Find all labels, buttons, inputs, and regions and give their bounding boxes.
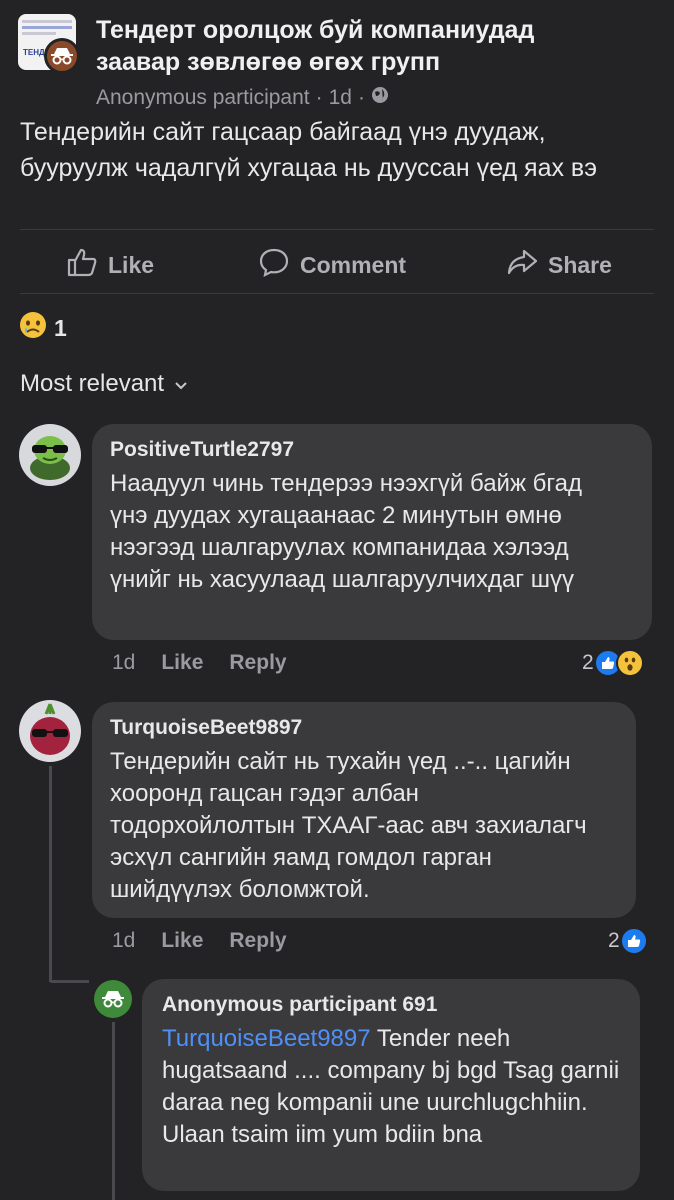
post-meta: Anonymous participant · 1d · bbox=[96, 86, 389, 110]
reaction-count: 1 bbox=[54, 314, 67, 341]
thread-connector bbox=[49, 980, 89, 983]
comment-like-button[interactable]: Like bbox=[161, 929, 203, 953]
sad-face-icon bbox=[18, 310, 48, 346]
group-title[interactable]: Тендерт оролцож буй компаниудад заавар з… bbox=[96, 14, 616, 78]
mention-link[interactable]: TurquoiseBeet9897 bbox=[162, 1025, 371, 1052]
reply-text: TurquoiseBeet9897 Tender neeh hugatsaand… bbox=[162, 1023, 628, 1151]
comment-reply-button[interactable]: Reply bbox=[229, 929, 286, 953]
comment-text: Тендерийн сайт нь тухайн үед ..-.. цагий… bbox=[110, 748, 587, 903]
meta-separator: · bbox=[315, 86, 323, 109]
divider bbox=[20, 293, 654, 294]
share-label: Share bbox=[548, 251, 612, 278]
reply-bubble: Anonymous participant 691 TurquoiseBeet9… bbox=[142, 979, 640, 1191]
comment-bubble: PositiveTurtle2797 Наадуул чинь тендерээ… bbox=[92, 424, 652, 640]
share-button[interactable]: Share bbox=[506, 240, 612, 290]
comment-bubble: TurquoiseBeet9897 Тендерийн сайт нь туха… bbox=[92, 702, 636, 918]
comment-reactions[interactable]: 2 bbox=[608, 927, 648, 955]
incognito-icon bbox=[44, 38, 80, 74]
reaction-count: 2 bbox=[582, 651, 594, 674]
incognito-icon[interactable] bbox=[94, 980, 132, 1018]
comment-time[interactable]: 1d bbox=[112, 929, 135, 953]
post-author[interactable]: Anonymous participant bbox=[96, 86, 310, 110]
chevron-down-icon bbox=[174, 370, 188, 398]
reaction-count: 2 bbox=[608, 929, 620, 952]
wow-face-icon bbox=[615, 649, 644, 677]
comment-reactions[interactable]: 2 bbox=[582, 649, 644, 677]
comment-meta: 1d Like Reply bbox=[112, 651, 287, 675]
post-reactions[interactable]: 1 bbox=[18, 310, 67, 346]
like-button[interactable]: Like bbox=[66, 240, 154, 290]
meta-separator: · bbox=[357, 86, 365, 109]
thread-line bbox=[112, 1022, 115, 1200]
post-body: Тендерийн сайт гацсаар байгаад үнэ дууда… bbox=[20, 118, 597, 182]
like-label: Like bbox=[108, 251, 155, 278]
comment-author[interactable]: TurquoiseBeet9897 bbox=[110, 716, 302, 740]
turtle-avatar[interactable] bbox=[19, 424, 81, 486]
comment-text: Наадуул чинь тендерээ нээхгүй байж бгад … bbox=[110, 470, 582, 593]
share-icon bbox=[506, 247, 538, 283]
post-time[interactable]: 1d bbox=[329, 86, 352, 110]
like-reaction-icon bbox=[619, 927, 648, 955]
post-actions: Like Comment Share bbox=[0, 240, 674, 290]
like-icon bbox=[66, 247, 98, 283]
reply-author[interactable]: Anonymous participant 691 bbox=[162, 993, 437, 1017]
divider bbox=[20, 229, 654, 230]
beet-avatar[interactable] bbox=[19, 700, 81, 762]
sort-dropdown[interactable]: Most relevant bbox=[20, 370, 188, 398]
comment-label: Comment bbox=[300, 251, 407, 278]
comment-time[interactable]: 1d bbox=[112, 651, 135, 675]
globe-icon bbox=[371, 86, 389, 110]
comment-icon bbox=[258, 247, 290, 283]
comment-like-button[interactable]: Like bbox=[161, 651, 203, 675]
sort-label: Most relevant bbox=[20, 370, 165, 397]
comment-author[interactable]: PositiveTurtle2797 bbox=[110, 438, 294, 462]
comment-meta: 1d Like Reply bbox=[112, 929, 287, 953]
thread-line bbox=[49, 766, 52, 982]
comment-reply-button[interactable]: Reply bbox=[229, 651, 286, 675]
comment-button[interactable]: Comment bbox=[258, 240, 406, 290]
